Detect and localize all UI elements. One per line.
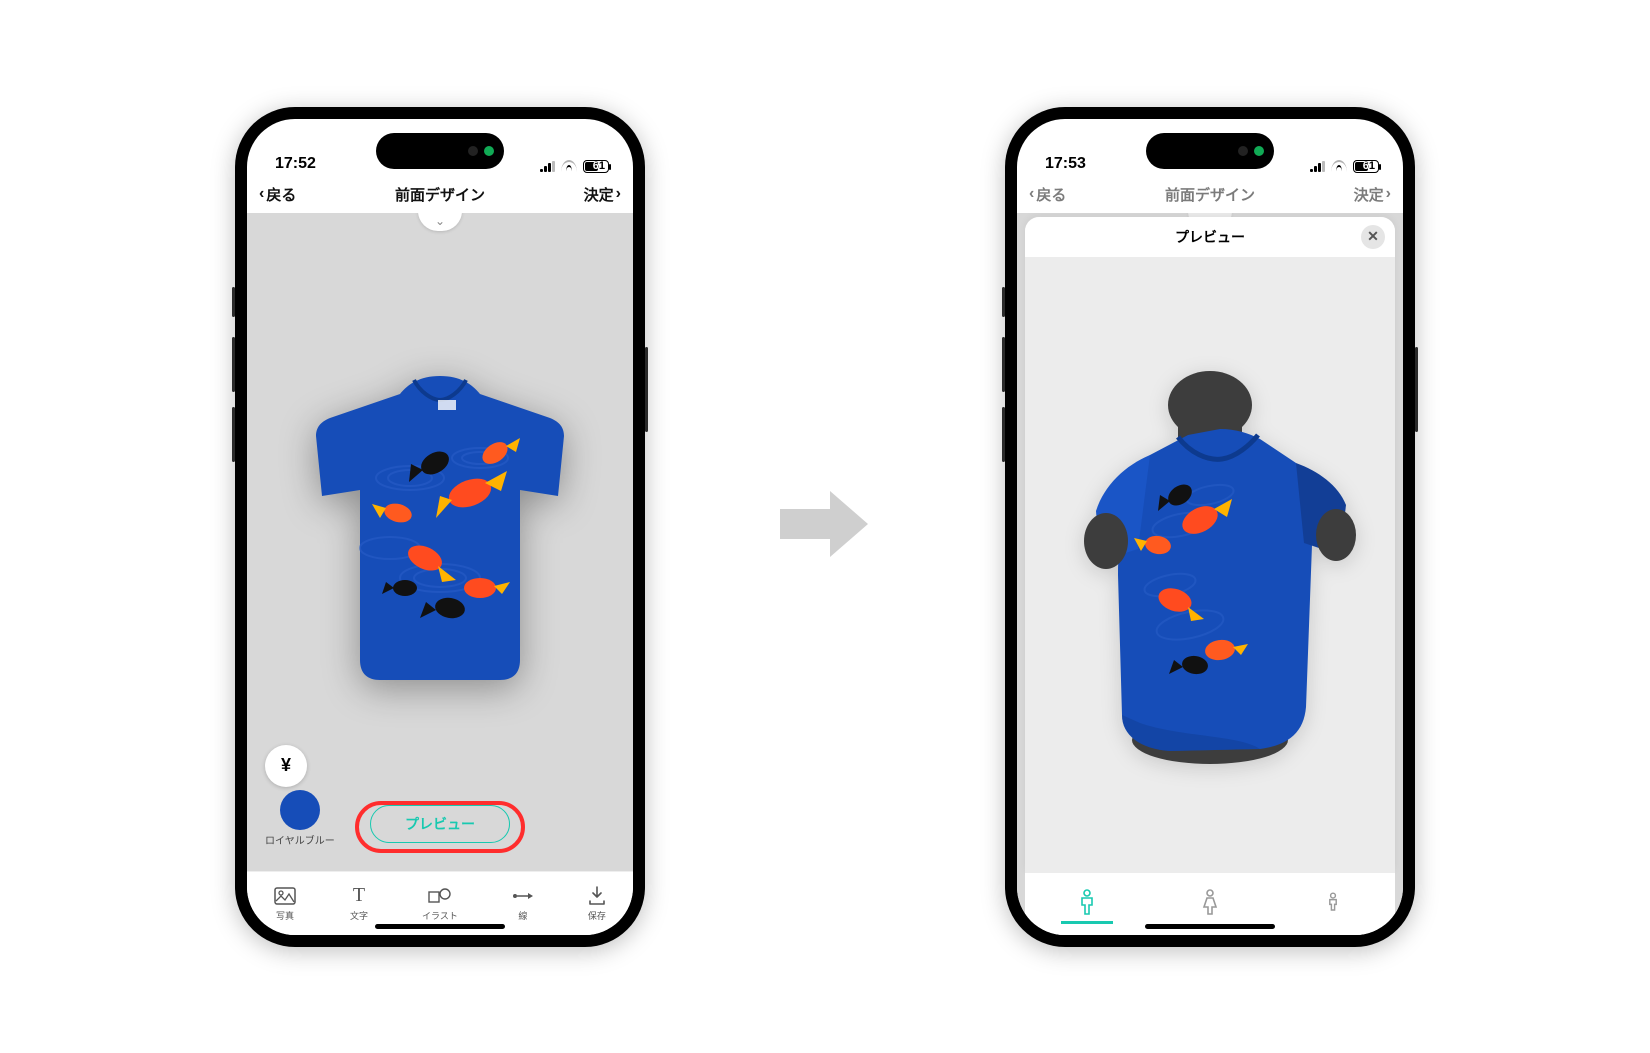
page-title: 前面デザイン [395,184,485,205]
phone-side-button [1002,287,1005,317]
signal-icon [540,161,555,172]
back-label: 戻る [1036,184,1066,205]
phone-side-button [232,407,235,462]
status-time: 17:53 [1045,155,1086,173]
price-button[interactable]: ¥ [265,745,307,787]
shapes-icon [428,885,452,907]
nav-bar: ‹ 戻る 前面デザイン 決定 › [247,177,633,213]
tool-line[interactable]: 線 [512,885,534,922]
phone-right: 17:53 61 ‹ 戻る 前面デザイン 決定 › ⌄ [1005,107,1415,947]
tshirt-3d-preview [1060,345,1360,785]
preview-viewport[interactable] [1025,257,1395,873]
close-icon: ✕ [1367,228,1379,245]
phone-side-button [645,347,648,432]
tool-photo[interactable]: 写真 [274,885,296,922]
phone-side-button [1002,407,1005,462]
person-male-icon [1077,889,1097,915]
tool-text[interactable]: T 文字 [350,885,368,922]
status-time: 17:52 [275,155,316,173]
swatch-label: ロイヤルブルー [265,832,335,847]
body-tab-male[interactable] [1061,883,1113,924]
chevron-right-icon: › [1386,186,1391,202]
swatch-dot [280,790,320,830]
tool-label: 線 [518,909,527,922]
color-swatch[interactable]: ロイヤルブルー [265,790,335,847]
body-tab-child[interactable] [1307,883,1359,924]
yen-icon: ¥ [281,755,291,776]
battery-pct: 61 [593,160,605,172]
battery-pct: 61 [1363,160,1375,172]
back-button[interactable]: ‹ 戻る [259,184,296,205]
tool-label: 文字 [350,909,368,922]
phone-side-button [232,337,235,392]
download-icon [588,885,606,907]
back-label: 戻る [266,184,296,205]
done-button[interactable]: 決定 › [584,184,621,205]
wifi-icon [561,160,577,172]
dynamic-island [376,133,504,169]
tshirt-flat-preview [280,358,600,698]
text-icon: T [353,885,365,907]
person-child-icon [1325,892,1341,913]
sheet-title: プレビュー [1175,227,1245,247]
body-tab-female[interactable] [1184,883,1236,924]
back-button[interactable]: ‹ 戻る [1029,184,1066,205]
preview-button[interactable]: プレビュー [370,805,510,843]
phone-side-button [232,287,235,317]
chevron-right-icon: › [616,186,621,202]
page-title: 前面デザイン [1165,184,1255,205]
phone-side-button [1002,337,1005,392]
dynamic-island [1146,133,1274,169]
nav-bar: ‹ 戻る 前面デザイン 決定 › [1017,177,1403,213]
done-label: 決定 [1354,184,1384,205]
phone-left: 17:52 61 ‹ 戻る 前面デザイン 決定 › ⌄ [235,107,645,947]
chevron-down-icon: ⌄ [435,214,445,228]
done-button[interactable]: 決定 › [1354,184,1391,205]
preview-sheet: プレビュー ✕ [1025,217,1395,873]
expand-handle[interactable]: ⌄ [418,213,462,231]
line-icon [512,885,534,907]
wifi-icon [1331,160,1347,172]
photo-icon [274,885,296,907]
close-button[interactable]: ✕ [1361,225,1385,249]
home-indicator[interactable] [1145,924,1275,929]
home-indicator[interactable] [375,924,505,929]
design-canvas: ⌄ プレビュー ✕ [1017,213,1403,935]
signal-icon [1310,161,1325,172]
design-canvas[interactable]: ⌄ [247,213,633,871]
tool-save[interactable]: 保存 [588,885,606,922]
sheet-header: プレビュー ✕ [1025,217,1395,257]
tool-label: 保存 [588,909,606,922]
chevron-left-icon: ‹ [259,186,264,202]
tool-label: イラスト [422,909,458,922]
chevron-left-icon: ‹ [1029,186,1034,202]
transition-arrow-icon [775,484,875,569]
phone-side-button [1415,347,1418,432]
tool-label: 写真 [276,909,294,922]
person-female-icon [1200,889,1220,915]
tool-illustration[interactable]: イラスト [422,885,458,922]
done-label: 決定 [584,184,614,205]
